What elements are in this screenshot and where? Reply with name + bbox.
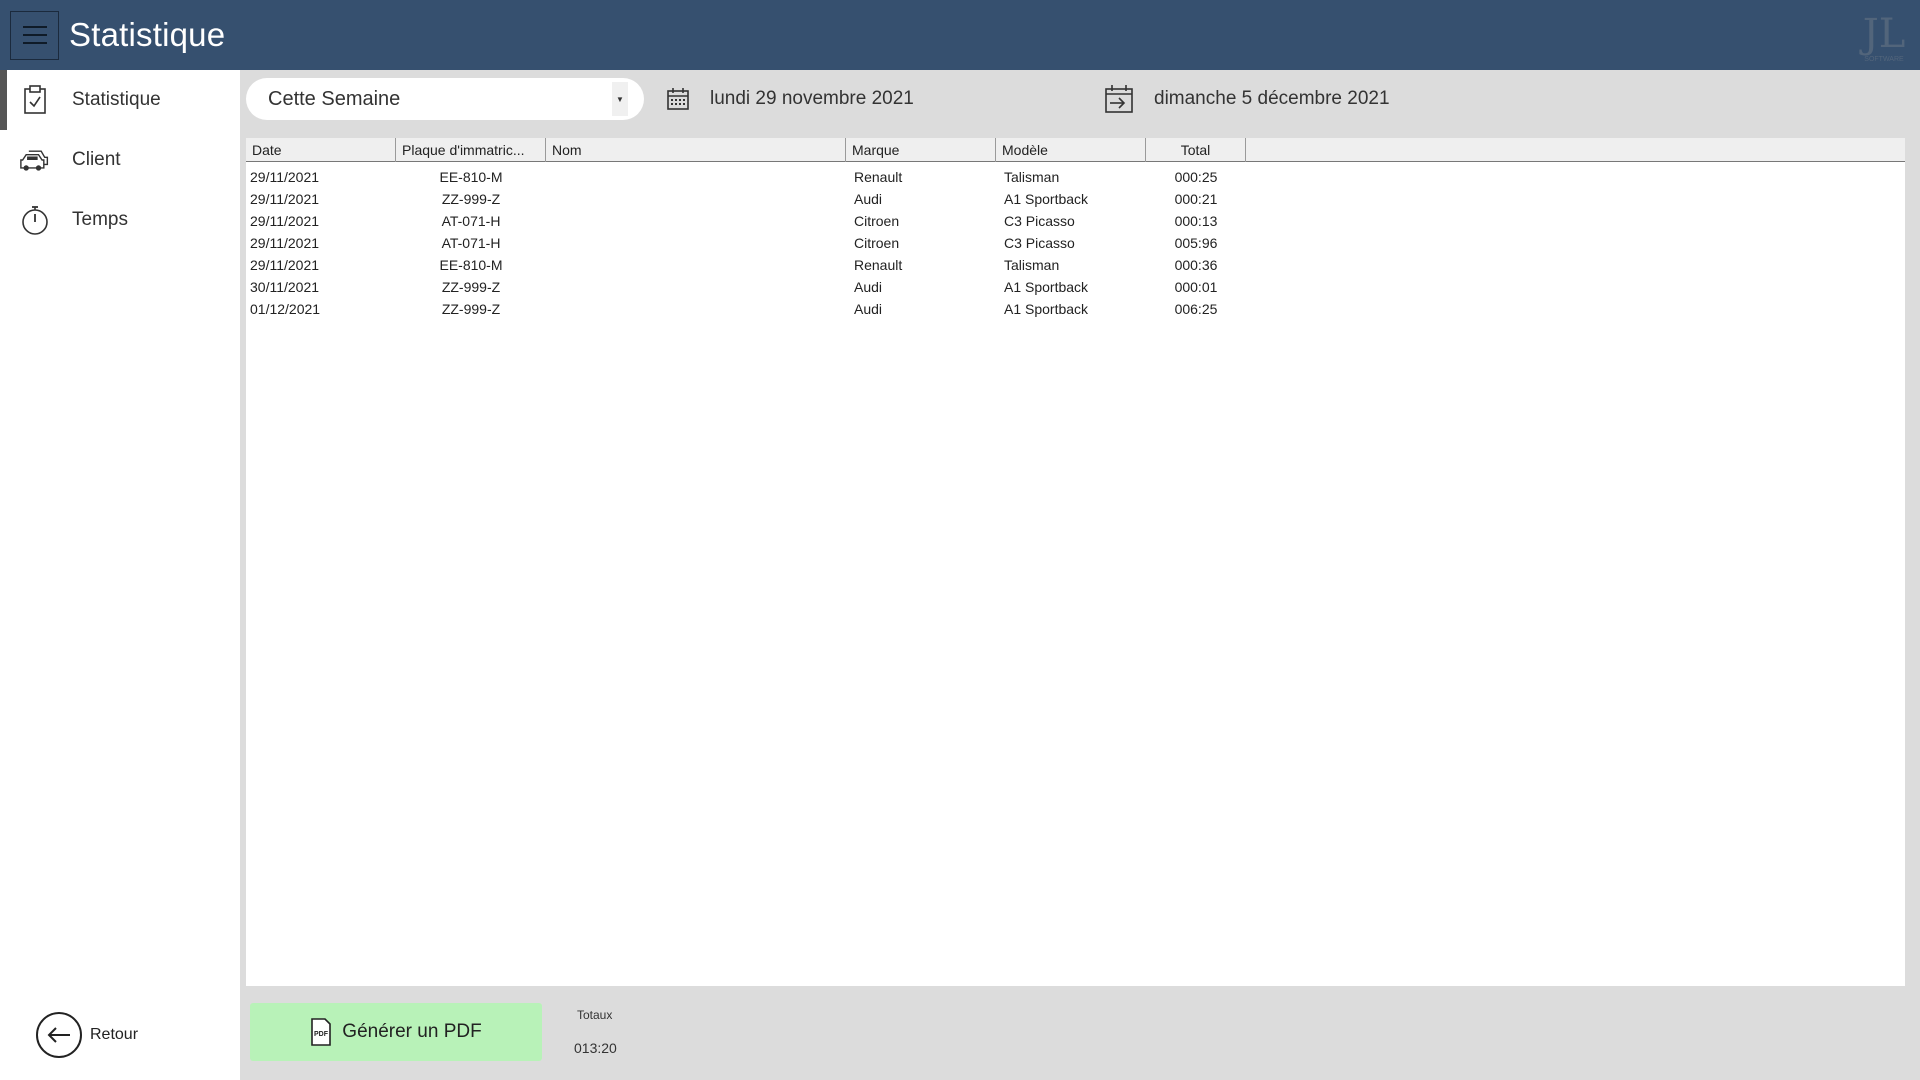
stopwatch-icon [20, 205, 50, 235]
pdf-icon-text: PDF [314, 1031, 329, 1038]
table-row[interactable]: 29/11/2021 EE-810-M Renault Talisman 000… [246, 166, 1905, 188]
title-bar: Statistique JL SOFTWARE [0, 0, 1920, 70]
column-header-modele[interactable]: Modèle [996, 138, 1146, 162]
sidebar: Statistique Client Temps Retour [0, 70, 240, 1080]
hamburger-icon [22, 26, 47, 28]
column-header-date[interactable]: Date [246, 138, 396, 162]
cell-nom [546, 166, 846, 188]
cell-modele: Talisman [1004, 257, 1060, 273]
logo-text: JL [1862, 11, 1906, 57]
cell-marque: Audi [854, 301, 883, 317]
end-date-value: dimanche 5 décembre 2021 [1154, 88, 1390, 109]
cell-plate: EE-810-M [439, 257, 503, 273]
cell-plate: AT-071-H [441, 213, 501, 229]
period-select[interactable]: Cette Semaine ▼ [246, 78, 644, 120]
main-content: Cette Semaine ▼ lundi 29 novembre 2021 d… [240, 70, 1920, 1080]
hamburger-line [22, 42, 47, 44]
cell-marque: Audi [854, 191, 883, 207]
start-date-value: lundi 29 novembre 2021 [710, 88, 914, 109]
cell-modele: A1 Sportback [1004, 191, 1089, 207]
pdf-file-icon: PDF [310, 1018, 332, 1046]
cell-date: 29/11/2021 [250, 235, 320, 251]
column-header-plate[interactable]: Plaque d'immatric... [396, 138, 546, 162]
cell-plate: ZZ-999-Z [441, 191, 501, 207]
cell-date: 29/11/2021 [250, 213, 320, 229]
cell-marque: Citroen [854, 235, 900, 251]
cell-total: 005:96 [1174, 235, 1218, 251]
menu-button[interactable] [10, 10, 59, 60]
cell-date: 30/11/2021 [250, 279, 320, 295]
sidebar-item-client[interactable]: Client [0, 130, 240, 190]
cell-modele: A1 Sportback [1004, 279, 1089, 295]
totals-label: Totaux [577, 1008, 613, 1022]
cell-total: 000:13 [1174, 213, 1218, 229]
table-row[interactable]: 01/12/2021 ZZ-999-Z Audi A1 Sportback 00… [246, 298, 1905, 320]
start-date-picker[interactable]: lundi 29 novembre 2021 [666, 82, 914, 116]
calendar-arrow-icon [1104, 84, 1134, 114]
column-header-marque[interactable]: Marque [846, 138, 996, 162]
clipboard-check-icon [20, 85, 50, 115]
cell-total: 000:21 [1174, 191, 1218, 207]
table-row[interactable]: 29/11/2021 EE-810-M Renault Talisman 000… [246, 254, 1905, 276]
table-row[interactable]: 30/11/2021 ZZ-999-Z Audi A1 Sportback 00… [246, 276, 1905, 298]
statistics-table[interactable]: Date Plaque d'immatric... Nom Marque Mod… [246, 138, 1905, 986]
table-row[interactable]: 29/11/2021 AT-071-H Citroen C3 Picasso 0… [246, 210, 1905, 232]
cell-nom [546, 254, 846, 276]
column-header-total[interactable]: Total [1146, 138, 1246, 162]
generate-pdf-label: Générer un PDF [342, 1021, 482, 1042]
table-body: 29/11/2021 EE-810-M Renault Talisman 000… [246, 166, 1905, 320]
sidebar-item-label: Client [72, 149, 121, 170]
period-select-value: Cette Semaine [268, 87, 401, 110]
logo-subtext: SOFTWARE [1864, 56, 1904, 63]
back-button[interactable]: Retour [36, 1012, 138, 1058]
hamburger-line [22, 34, 47, 36]
chevron-down-icon[interactable]: ▼ [612, 82, 628, 116]
cell-total: 000:01 [1174, 279, 1218, 295]
cell-nom [546, 298, 846, 320]
cell-nom [546, 188, 846, 210]
cell-marque: Citroen [854, 213, 900, 229]
generate-pdf-button[interactable]: PDF Générer un PDF [250, 1003, 542, 1061]
cell-date: 29/11/2021 [250, 169, 320, 185]
cell-modele: C3 Picasso [1004, 235, 1075, 251]
cell-plate: AT-071-H [441, 235, 501, 251]
cell-modele: Talisman [1004, 169, 1060, 185]
table-row[interactable]: 29/11/2021 AT-071-H Citroen C3 Picasso 0… [246, 232, 1905, 254]
sidebar-item-statistique[interactable]: Statistique [0, 70, 240, 130]
cell-marque: Renault [854, 257, 903, 273]
cell-date: 29/11/2021 [250, 257, 320, 273]
table-row[interactable]: 29/11/2021 ZZ-999-Z Audi A1 Sportback 00… [246, 188, 1905, 210]
sidebar-item-temps[interactable]: Temps [0, 190, 240, 250]
column-header-nom[interactable]: Nom [546, 138, 846, 162]
cell-nom [546, 210, 846, 232]
page-title: Statistique [69, 16, 226, 53]
table-header: Date Plaque d'immatric... Nom Marque Mod… [246, 138, 1905, 162]
sidebar-item-label: Temps [72, 209, 128, 230]
cell-modele: A1 Sportback [1004, 301, 1089, 317]
cell-marque: Audi [854, 279, 883, 295]
cell-total: 000:25 [1174, 169, 1218, 185]
back-label: Retour [90, 1026, 139, 1043]
cell-date: 01/12/2021 [250, 301, 321, 317]
cars-icon [20, 145, 50, 175]
footer-bar: PDF Générer un PDF Totaux 013:20 [240, 1000, 1920, 1080]
cell-plate: EE-810-M [439, 169, 503, 185]
cell-total: 006:25 [1174, 301, 1218, 317]
end-date-picker[interactable]: dimanche 5 décembre 2021 [1104, 82, 1390, 116]
cell-plate: ZZ-999-Z [441, 279, 501, 295]
cell-nom [546, 276, 846, 298]
cell-nom [546, 232, 846, 254]
calendar-icon [666, 87, 690, 111]
sidebar-item-label: Statistique [72, 89, 161, 110]
cell-date: 29/11/2021 [250, 191, 320, 207]
arrow-left-icon [36, 1012, 82, 1058]
app-logo: JL SOFTWARE [1858, 11, 1910, 63]
cell-modele: C3 Picasso [1004, 213, 1075, 229]
cell-plate: ZZ-999-Z [441, 301, 501, 317]
totals-value: 013:20 [574, 1040, 617, 1056]
cell-marque: Renault [854, 169, 903, 185]
cell-total: 000:36 [1174, 257, 1218, 273]
filter-toolbar: Cette Semaine ▼ lundi 29 novembre 2021 d… [240, 70, 1920, 136]
